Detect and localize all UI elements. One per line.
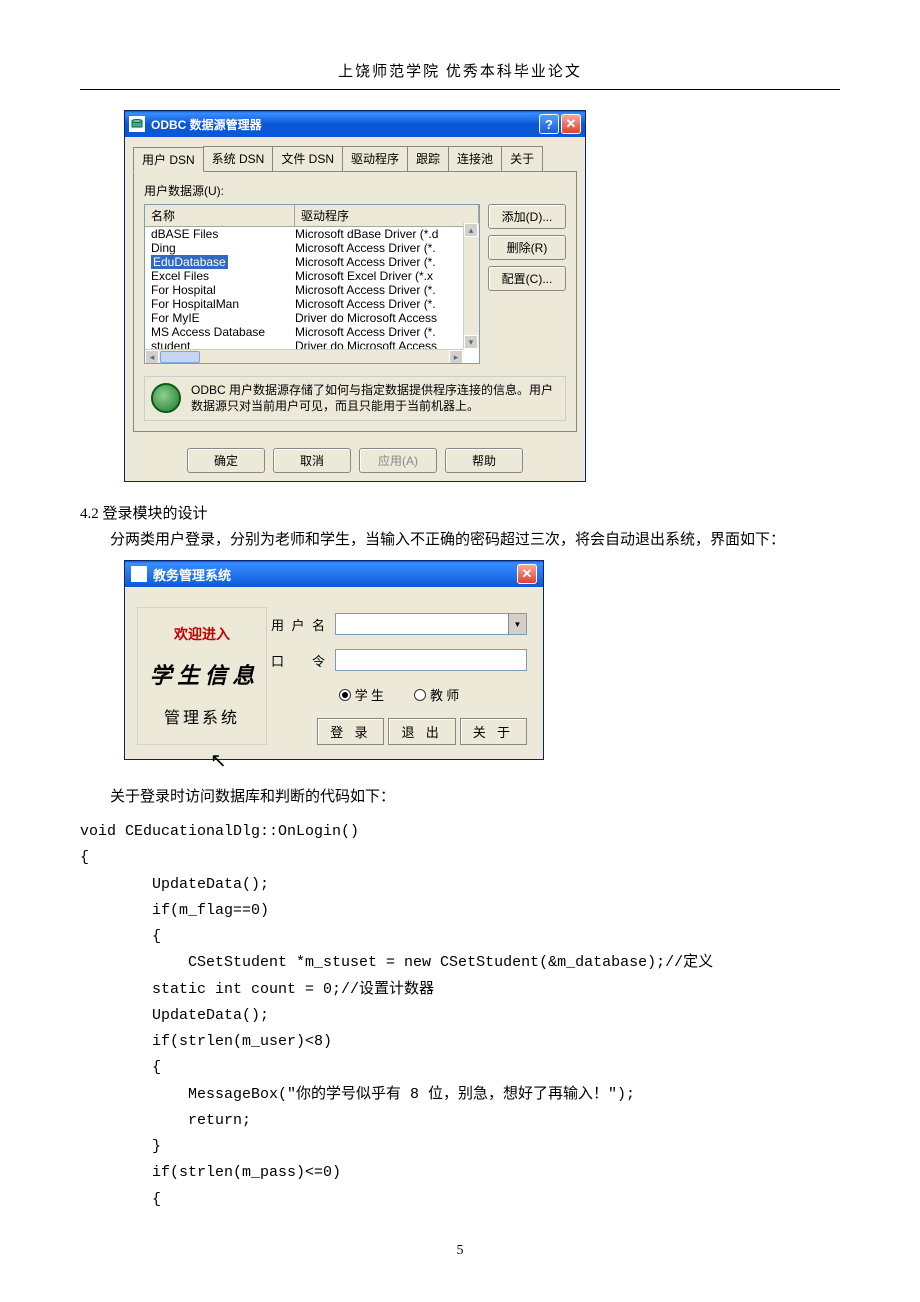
chevron-down-icon[interactable]: ▼ [508,614,526,634]
student-radio[interactable]: 学 生 [339,685,384,704]
login-banner: 欢迎进入 学 生 信 息 管理系统 [137,607,267,745]
section-4-2-title: 4.2 登录模块的设计 [80,502,840,523]
app-icon [131,566,147,582]
section-4-2-para: 分两类用户登录，分别为老师和学生，当输入不正确的密码超过三次，将会自动退出系统，… [80,528,840,552]
tab-pool[interactable]: 连接池 [448,146,502,171]
teacher-radio[interactable]: 教 师 [414,685,459,704]
login-titlebar[interactable]: 教务管理系统 ✕ [125,561,543,587]
list-item[interactable]: MS Access DatabaseMicrosoft Access Drive… [145,325,479,339]
help-button[interactable]: 帮助 [445,448,523,473]
code-intro: 关于登录时访问数据库和判断的代码如下： [80,785,840,809]
tab-system-dsn[interactable]: 系统 DSN [203,146,274,171]
exit-button[interactable]: 退 出 [388,718,455,745]
scroll-down-icon[interactable]: ▾ [464,335,478,349]
horizontal-scrollbar[interactable]: ◂ ▸ [145,349,463,363]
cursor-icon: ↖ [210,748,920,773]
document-header: 上饶师范学院 优秀本科毕业论文 [80,60,840,81]
configure-button[interactable]: 配置(C)... [488,266,566,291]
system-text: 管理系统 [164,704,240,728]
odbc-icon [129,116,145,132]
odbc-title: ODBC 数据源管理器 [151,116,262,133]
radio-icon [414,689,426,701]
password-label: 口 令 [271,651,327,670]
info-text: ODBC 用户数据源存储了如何与指定数据提供程序连接的信息。用户数据源只对当前用… [191,383,559,414]
scroll-right-icon[interactable]: ▸ [449,350,463,364]
code-block: void CEducationalDlg::OnLogin() { Update… [80,819,840,1213]
list-item[interactable]: DingMicrosoft Access Driver (*. [145,241,479,255]
list-item[interactable]: dBASE FilesMicrosoft dBase Driver (*.d [145,227,479,241]
tab-about[interactable]: 关于 [501,146,543,171]
header-rule [80,89,840,90]
list-item[interactable]: EduDatabaseMicrosoft Access Driver (*. [145,255,479,269]
list-item[interactable]: For HospitalMicrosoft Access Driver (*. [145,283,479,297]
student-radio-label: 学 生 [355,685,384,704]
help-button[interactable]: ? [539,114,559,134]
login-title: 教务管理系统 [153,565,231,584]
list-item[interactable]: Excel FilesMicrosoft Excel Driver (*.x [145,269,479,283]
welcome-text: 欢迎进入 [174,624,230,644]
close-button[interactable]: ✕ [517,564,537,584]
add-button[interactable]: 添加(D)... [488,204,566,229]
list-item[interactable]: For HospitalManMicrosoft Access Driver (… [145,297,479,311]
teacher-radio-label: 教 师 [430,685,459,704]
scroll-left-icon[interactable]: ◂ [145,350,159,364]
radio-icon [339,689,351,701]
apply-button: 应用(A) [359,448,437,473]
vertical-scrollbar[interactable]: ▴ ▾ [463,223,479,349]
tab-strip: 用户 DSN 系统 DSN 文件 DSN 驱动程序 跟踪 连接池 关于 [133,146,577,172]
col-driver[interactable]: 驱动程序 [295,205,479,226]
tab-drivers[interactable]: 驱动程序 [342,146,408,171]
close-button[interactable]: ✕ [561,114,581,134]
login-button[interactable]: 登 录 [317,718,384,745]
password-input[interactable] [335,649,527,671]
dsn-list-label: 用户数据源(U): [144,182,566,199]
odbc-dialog: ODBC 数据源管理器 ? ✕ 用户 DSN 系统 DSN 文件 DSN 驱动程… [124,110,586,482]
username-label: 用户名 [271,615,327,634]
col-name[interactable]: 名称 [145,205,295,226]
login-dialog: 教务管理系统 ✕ 欢迎进入 学 生 信 息 管理系统 用户名 ▼ 口 令 [124,560,544,760]
odbc-titlebar[interactable]: ODBC 数据源管理器 ? ✕ [125,111,585,137]
student-info-text: 学 生 信 息 [150,658,255,690]
database-icon [151,383,181,413]
tab-trace[interactable]: 跟踪 [407,146,449,171]
scroll-thumb[interactable] [160,351,200,363]
cancel-button[interactable]: 取消 [273,448,351,473]
tab-user-dsn[interactable]: 用户 DSN [133,147,204,172]
info-panel: ODBC 用户数据源存储了如何与指定数据提供程序连接的信息。用户数据源只对当前用… [144,376,566,421]
ok-button[interactable]: 确定 [187,448,265,473]
username-combo[interactable]: ▼ [335,613,527,635]
about-button[interactable]: 关 于 [460,718,527,745]
scroll-up-icon[interactable]: ▴ [464,223,478,237]
page-number: 5 [80,1243,840,1259]
delete-button[interactable]: 删除(R) [488,235,566,260]
list-item[interactable]: For MyIEDriver do Microsoft Access [145,311,479,325]
dsn-list[interactable]: 名称 驱动程序 dBASE FilesMicrosoft dBase Drive… [144,204,480,364]
tab-file-dsn[interactable]: 文件 DSN [272,146,343,171]
